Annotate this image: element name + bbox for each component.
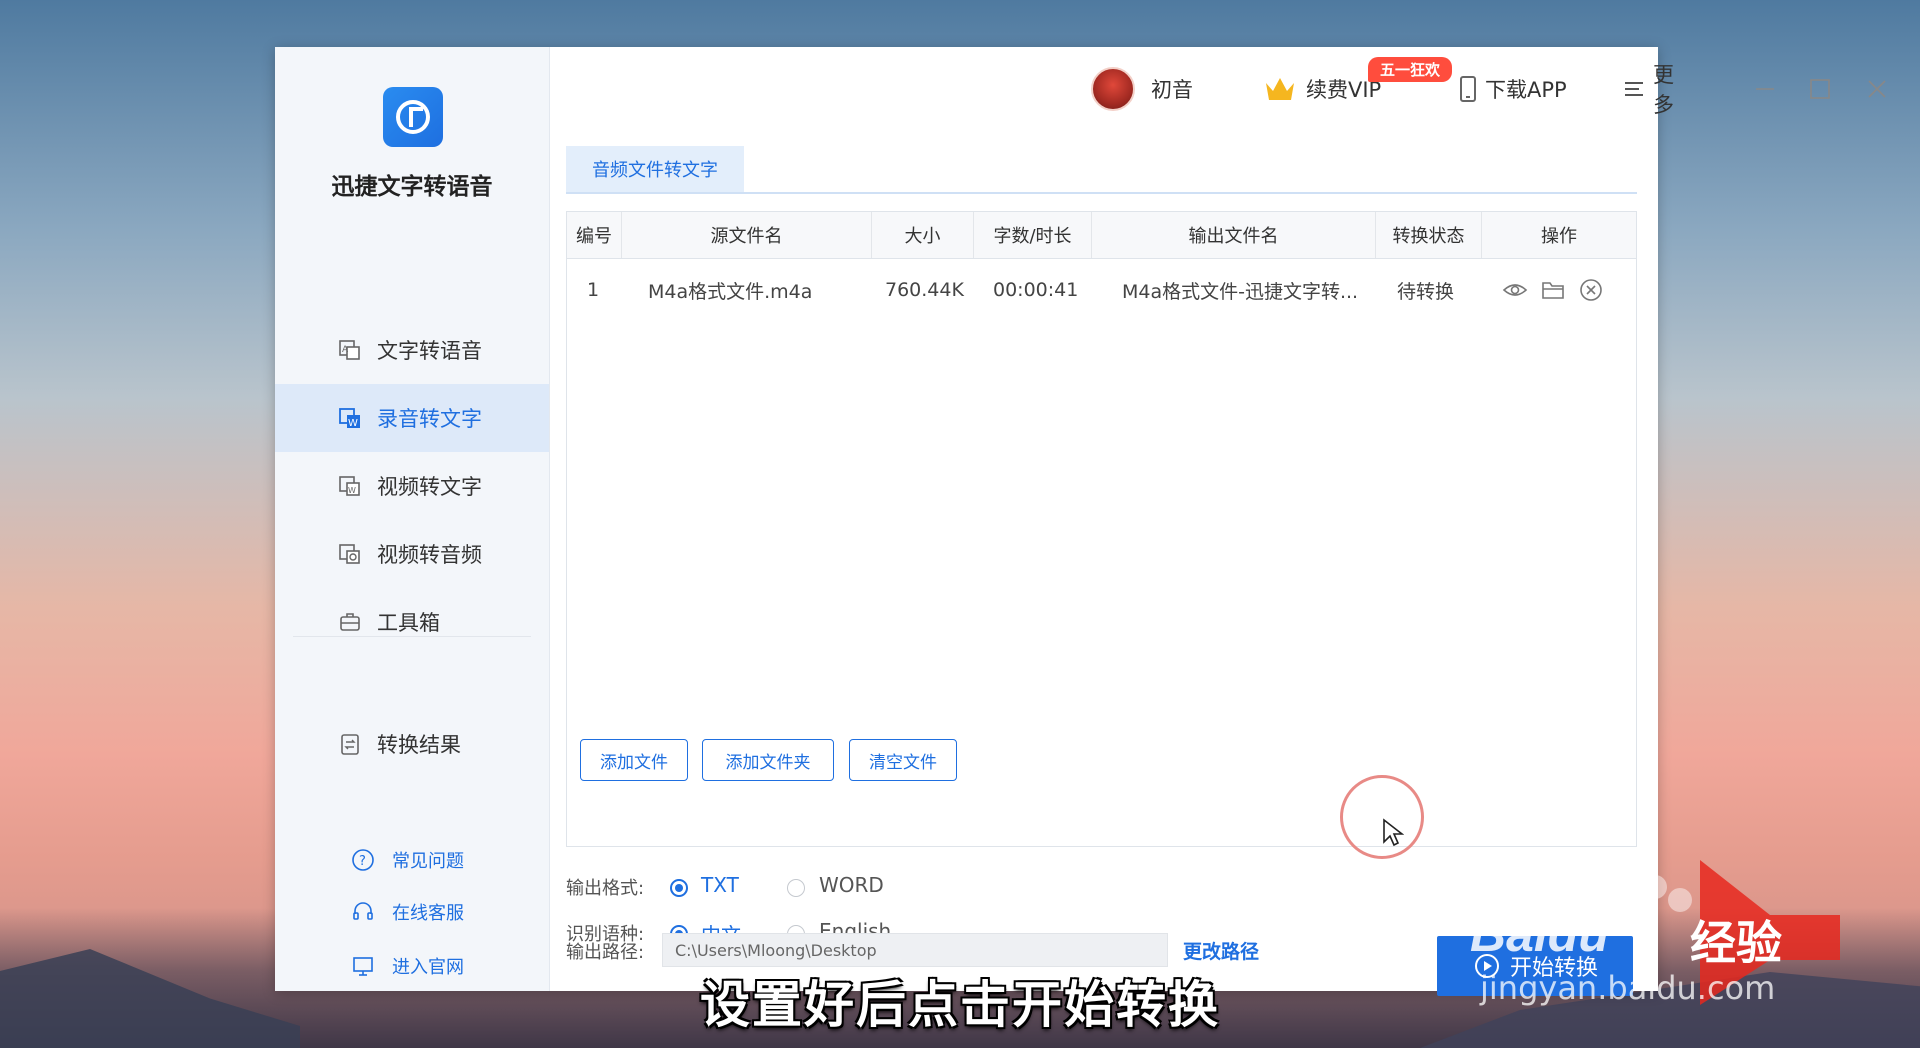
text-to-speech-icon: A	[337, 337, 363, 363]
sidebar-item-label: 视频转文字	[377, 475, 482, 499]
delete-circle-icon[interactable]	[1576, 275, 1606, 305]
help-faq-link[interactable]: ? 常见问题	[350, 845, 464, 875]
user-profile[interactable]: 初音	[1091, 67, 1193, 111]
vip-button[interactable]: 续费VIP	[1264, 69, 1381, 109]
table-row[interactable]: 1 M4a格式文件.m4a 760.44K 00:00:41 M4a格式文件-迅…	[567, 259, 1636, 321]
top-bar: 初音 续费VIP 五一狂欢 下载APP 更多	[549, 47, 1886, 137]
format-word-radio[interactable]	[787, 879, 805, 897]
user-name: 初音	[1151, 78, 1193, 102]
sidebar-item-label: 工具箱	[377, 611, 440, 635]
column-header: 大小	[872, 212, 974, 258]
add-folder-button[interactable]: 添加文件夹	[702, 739, 834, 781]
watermark-brand: Baidu	[1470, 906, 1609, 962]
column-header: 操作	[1541, 226, 1577, 247]
minimize-button[interactable]	[1747, 71, 1783, 107]
crown-icon	[1264, 75, 1296, 103]
column-header: 转换状态	[1376, 212, 1482, 258]
open-folder-icon[interactable]	[1538, 275, 1568, 305]
sidebar-item-text-to-speech[interactable]: A 文字转语音	[275, 316, 549, 384]
phone-icon	[1459, 75, 1477, 103]
sidebar-item-toolbox[interactable]: 工具箱	[275, 588, 549, 656]
menu-icon	[1623, 79, 1645, 99]
app-name: 迅捷文字转语音	[331, 174, 493, 200]
more-label: 更多	[1653, 63, 1674, 117]
svg-text:?: ?	[359, 854, 366, 869]
toolbox-icon	[337, 609, 363, 635]
format-txt-radio[interactable]	[670, 879, 688, 897]
help-support-link[interactable]: 在线客服	[350, 897, 464, 927]
maximize-button[interactable]	[1802, 71, 1838, 107]
question-icon: ?	[350, 847, 376, 873]
svg-text:A: A	[342, 345, 349, 355]
sidebar-item-label: 视频转音频	[377, 543, 482, 567]
column-header: 编号	[567, 212, 622, 258]
add-file-button[interactable]: 添加文件	[580, 739, 688, 781]
sidebar-item-label: 录音转文字	[377, 407, 482, 431]
headset-icon	[350, 899, 376, 925]
sidebar-divider	[293, 636, 531, 637]
row-status: 待转换	[1397, 280, 1455, 303]
table-header: 编号 源文件名 大小 字数/时长 输出文件名 转换状态 操作	[567, 212, 1636, 259]
output-path-label: 输出路径:	[566, 942, 645, 963]
row-size: 760.44K	[885, 279, 964, 301]
more-menu-button[interactable]: 更多	[1623, 63, 1674, 117]
change-path-link[interactable]: 更改路径	[1183, 937, 1259, 964]
preview-eye-icon[interactable]	[1500, 275, 1530, 305]
video-to-audio-icon	[337, 541, 363, 567]
sidebar-item-label: 文字转语音	[377, 339, 482, 363]
row-index: 1	[587, 279, 600, 301]
video-subtitle: 设置好后点击开始转换	[700, 976, 1220, 1034]
audio-to-text-icon: W	[337, 405, 363, 431]
row-actions	[1500, 259, 1614, 321]
sidebar-item-results[interactable]: 转换结果	[275, 710, 549, 778]
minimize-icon	[1756, 88, 1774, 90]
file-table: 编号 源文件名 大小 字数/时长 输出文件名 转换状态 操作 1 M4a格式文件…	[566, 211, 1637, 847]
format-word-label[interactable]: WORD	[819, 873, 884, 897]
tab-audio-to-text[interactable]: 音频文件转文字	[566, 146, 744, 192]
download-app-button[interactable]: 下载APP	[1459, 69, 1567, 109]
avatar	[1091, 67, 1135, 111]
video-to-text-icon: W	[337, 473, 363, 499]
clear-files-button[interactable]: 清空文件	[849, 739, 957, 781]
output-format-label: 输出格式:	[566, 878, 645, 899]
result-icon	[337, 731, 363, 757]
app-logo	[383, 87, 443, 147]
close-icon	[1868, 80, 1886, 98]
mouse-cursor-icon	[1382, 818, 1405, 852]
help-label: 常见问题	[392, 851, 464, 872]
maximize-icon	[1810, 79, 1830, 99]
format-txt-label[interactable]: TXT	[701, 873, 739, 897]
logo-icon	[396, 100, 430, 134]
row-output-file: M4a格式文件-迅捷文字转...	[1122, 280, 1359, 303]
help-label: 在线客服	[392, 903, 464, 924]
output-path-field[interactable]: C:\Users\Mloong\Desktop	[662, 933, 1168, 967]
sidebar: 迅捷文字转语音 A 文字转语音 W 录音转文字 W 视频转文字 视频转音频 工具…	[275, 47, 550, 991]
column-header: 源文件名	[622, 212, 872, 258]
svg-text:W: W	[348, 418, 358, 429]
watermark-jingyan: 经验	[1690, 916, 1782, 970]
tab-underline	[566, 192, 1637, 194]
row-source-file: M4a格式文件.m4a	[648, 280, 813, 303]
sidebar-item-video-to-text[interactable]: W 视频转文字	[275, 452, 549, 520]
column-header: 输出文件名	[1092, 212, 1376, 258]
row-duration: 00:00:41	[993, 279, 1079, 301]
promo-badge: 五一狂欢	[1368, 57, 1453, 82]
svg-text:W: W	[348, 486, 356, 495]
sidebar-item-video-to-audio[interactable]: 视频转音频	[275, 520, 549, 588]
sidebar-item-audio-to-text[interactable]: W 录音转文字	[275, 384, 549, 452]
app-window: 迅捷文字转语音 A 文字转语音 W 录音转文字 W 视频转文字 视频转音频 工具…	[275, 47, 1886, 996]
column-header: 字数/时长	[974, 212, 1092, 258]
download-label: 下载APP	[1485, 78, 1567, 102]
close-button[interactable]	[1859, 71, 1895, 107]
sidebar-item-label: 转换结果	[377, 733, 461, 757]
